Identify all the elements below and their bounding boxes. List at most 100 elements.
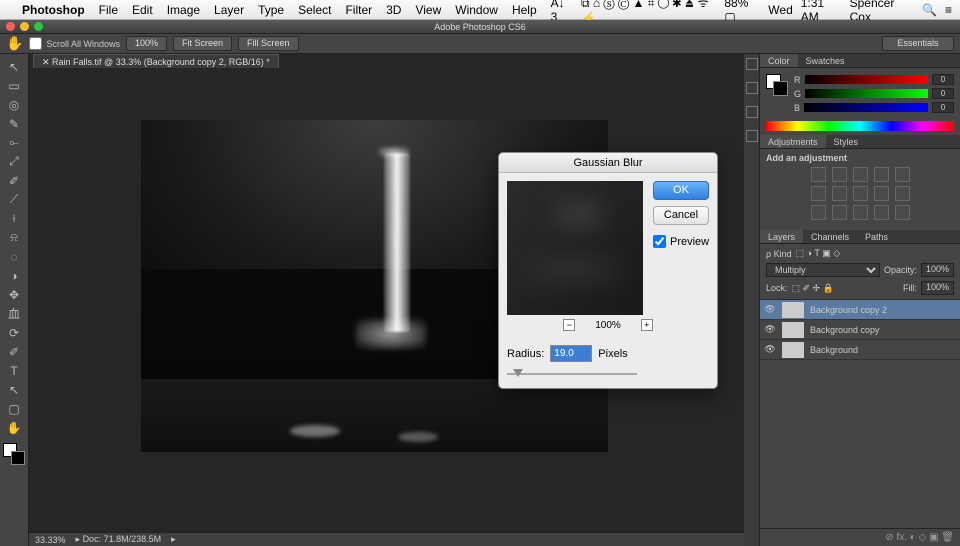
clock-day[interactable]: Wed xyxy=(768,3,792,17)
tab-swatches[interactable]: Swatches xyxy=(798,54,853,67)
file-menu[interactable]: File xyxy=(99,3,118,17)
radius-input[interactable] xyxy=(550,345,592,362)
zoom-100-button[interactable]: 100% xyxy=(126,36,167,51)
brush-tool[interactable]: ⟋ xyxy=(3,190,26,209)
move-tool[interactable]: ↖ xyxy=(3,57,26,76)
fit-screen-button[interactable]: Fit Screen xyxy=(173,36,232,51)
layers-footer[interactable]: ⊘ fx. ◐ ◇ ▣ 🗑 xyxy=(760,528,960,546)
blur-tool[interactable]: ✥ xyxy=(3,285,26,304)
tab-adjustments[interactable]: Adjustments xyxy=(760,135,826,148)
layer-row[interactable]: 👁 Background copy 2 xyxy=(760,300,960,320)
tab-channels[interactable]: Channels xyxy=(803,230,857,243)
visibility-icon[interactable]: 👁 xyxy=(764,324,776,335)
b-slider[interactable] xyxy=(804,103,928,112)
ok-button[interactable]: OK xyxy=(653,181,709,200)
color-fg-bg[interactable] xyxy=(766,74,788,96)
workspace-switcher[interactable]: Essentials xyxy=(882,36,954,51)
actions-panel-icon[interactable] xyxy=(746,82,758,94)
properties-panel-icon[interactable] xyxy=(746,106,758,118)
spotlight-icon[interactable]: 🔍 xyxy=(922,3,937,17)
path-select-tool[interactable]: T xyxy=(3,361,26,380)
gradient-tool[interactable]: ◑ xyxy=(3,266,26,285)
type-menu[interactable]: Type xyxy=(258,3,284,17)
document-tab[interactable]: ✕ Rain Falls.tif @ 33.3% (Background cop… xyxy=(33,54,279,68)
r-value[interactable]: 0 xyxy=(932,74,954,85)
type-tool[interactable]: ✐ xyxy=(3,342,26,361)
layer-row[interactable]: 👁 Background copy xyxy=(760,320,960,340)
tab-layers[interactable]: Layers xyxy=(760,230,803,243)
adj-posterize-icon[interactable] xyxy=(832,205,847,220)
tab-color[interactable]: Color xyxy=(760,54,798,67)
history-panel-icon[interactable] xyxy=(746,58,758,70)
layer-row[interactable]: 👁 Background xyxy=(760,340,960,360)
filter-preview[interactable] xyxy=(507,181,643,315)
dodge-tool[interactable]: ⾎ xyxy=(3,304,26,323)
adj-gradient-map-icon[interactable] xyxy=(874,205,889,220)
lasso-tool[interactable]: ◎ xyxy=(3,95,26,114)
color-spectrum[interactable] xyxy=(766,121,954,131)
crop-tool[interactable]: ⟜ xyxy=(3,133,26,152)
stamp-tool[interactable]: ⟊ xyxy=(3,209,26,228)
minimize-window-icon[interactable] xyxy=(20,22,29,31)
notification-icon[interactable]: ≡ xyxy=(945,3,952,17)
g-value[interactable]: 0 xyxy=(932,88,954,99)
blend-mode-select[interactable]: Multiply xyxy=(766,263,880,277)
adj-curves-icon[interactable] xyxy=(853,167,868,182)
tab-styles[interactable]: Styles xyxy=(826,135,867,148)
adj-photo-filter-icon[interactable] xyxy=(853,186,868,201)
tab-paths[interactable]: Paths xyxy=(857,230,896,243)
adj-threshold-icon[interactable] xyxy=(853,205,868,220)
opacity-value[interactable]: 100% xyxy=(921,263,954,277)
eraser-tool[interactable]: ◌ xyxy=(3,247,26,266)
adj-exposure-icon[interactable] xyxy=(874,167,889,182)
adj-levels-icon[interactable] xyxy=(832,167,847,182)
visibility-icon[interactable]: 👁 xyxy=(764,344,776,355)
adj-hue-icon[interactable] xyxy=(811,186,826,201)
scroll-all-checkbox[interactable]: Scroll All Windows xyxy=(29,37,120,50)
close-window-icon[interactable] xyxy=(6,22,15,31)
image-menu[interactable]: Image xyxy=(167,3,200,17)
healing-tool[interactable]: ✐ xyxy=(3,171,26,190)
visibility-icon[interactable]: 👁 xyxy=(764,304,776,315)
g-slider[interactable] xyxy=(805,89,928,98)
adj-color-lookup-icon[interactable] xyxy=(895,186,910,201)
layer-name[interactable]: Background xyxy=(810,345,858,355)
view-menu[interactable]: View xyxy=(415,3,441,17)
select-menu[interactable]: Select xyxy=(298,3,331,17)
app-menu[interactable]: Photoshop xyxy=(22,3,85,17)
eyedropper-tool[interactable]: ⤢ xyxy=(3,152,26,171)
fg-bg-swatch[interactable] xyxy=(3,443,25,465)
adj-invert-icon[interactable] xyxy=(811,205,826,220)
info-panel-icon[interactable] xyxy=(746,130,758,142)
fill-value[interactable]: 100% xyxy=(921,281,954,295)
shape-tool[interactable]: ↖ xyxy=(3,380,26,399)
adj-selective-color-icon[interactable] xyxy=(895,205,910,220)
edit-menu[interactable]: Edit xyxy=(132,3,153,17)
zoom-tool[interactable]: ✋ xyxy=(3,418,26,437)
fill-screen-button[interactable]: Fill Screen xyxy=(238,36,299,51)
adj-channel-mixer-icon[interactable] xyxy=(874,186,889,201)
adj-brightness-icon[interactable] xyxy=(811,167,826,182)
marquee-tool[interactable]: ▭ xyxy=(3,76,26,95)
filter-menu[interactable]: Filter xyxy=(345,3,372,17)
zoom-in-button[interactable]: + xyxy=(641,319,653,331)
layer-name[interactable]: Background copy 2 xyxy=(810,305,887,315)
layer-menu[interactable]: Layer xyxy=(214,3,244,17)
zoom-window-icon[interactable] xyxy=(34,22,43,31)
layer-name[interactable]: Background copy xyxy=(810,325,880,335)
radius-slider[interactable] xyxy=(507,368,637,380)
b-value[interactable]: 0 xyxy=(932,102,954,113)
status-zoom[interactable]: 33.33% xyxy=(35,535,66,545)
adj-vibrance-icon[interactable] xyxy=(895,167,910,182)
cancel-button[interactable]: Cancel xyxy=(653,206,709,225)
3d-menu[interactable]: 3D xyxy=(386,3,401,17)
zoom-out-button[interactable]: − xyxy=(563,319,575,331)
adj-bw-icon[interactable] xyxy=(832,186,847,201)
window-menu[interactable]: Window xyxy=(455,3,498,17)
quick-select-tool[interactable]: ✎ xyxy=(3,114,26,133)
preview-checkbox[interactable]: Preview xyxy=(653,235,709,248)
history-brush-tool[interactable]: ⍾ xyxy=(3,228,26,247)
hand-tool[interactable]: ▢ xyxy=(3,399,26,418)
pen-tool[interactable]: ⟳ xyxy=(3,323,26,342)
r-slider[interactable] xyxy=(805,75,929,84)
